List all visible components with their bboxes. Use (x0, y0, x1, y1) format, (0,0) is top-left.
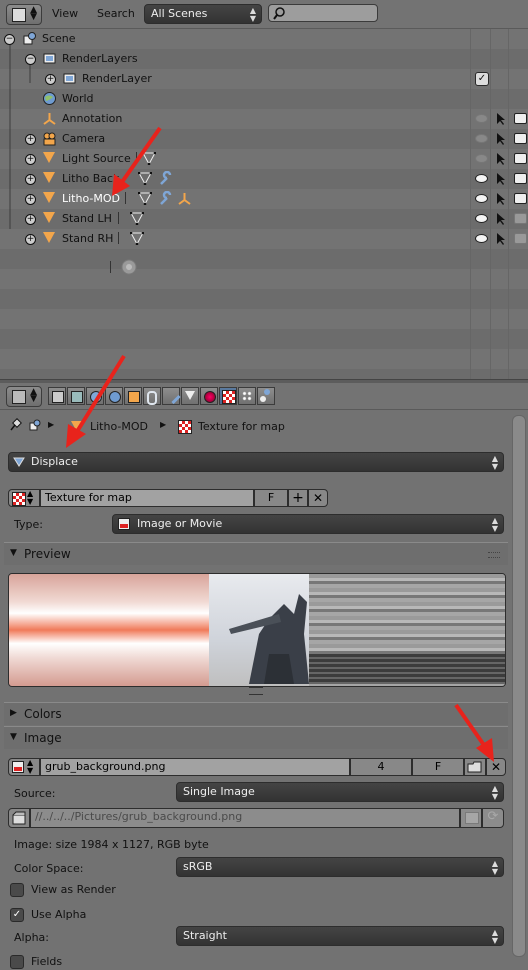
arrow-to-displace (66, 354, 126, 448)
annotation-arrows (66, 126, 494, 762)
arrow-to-unlink-image (454, 703, 494, 762)
arrow-to-litho-mod (112, 126, 162, 196)
